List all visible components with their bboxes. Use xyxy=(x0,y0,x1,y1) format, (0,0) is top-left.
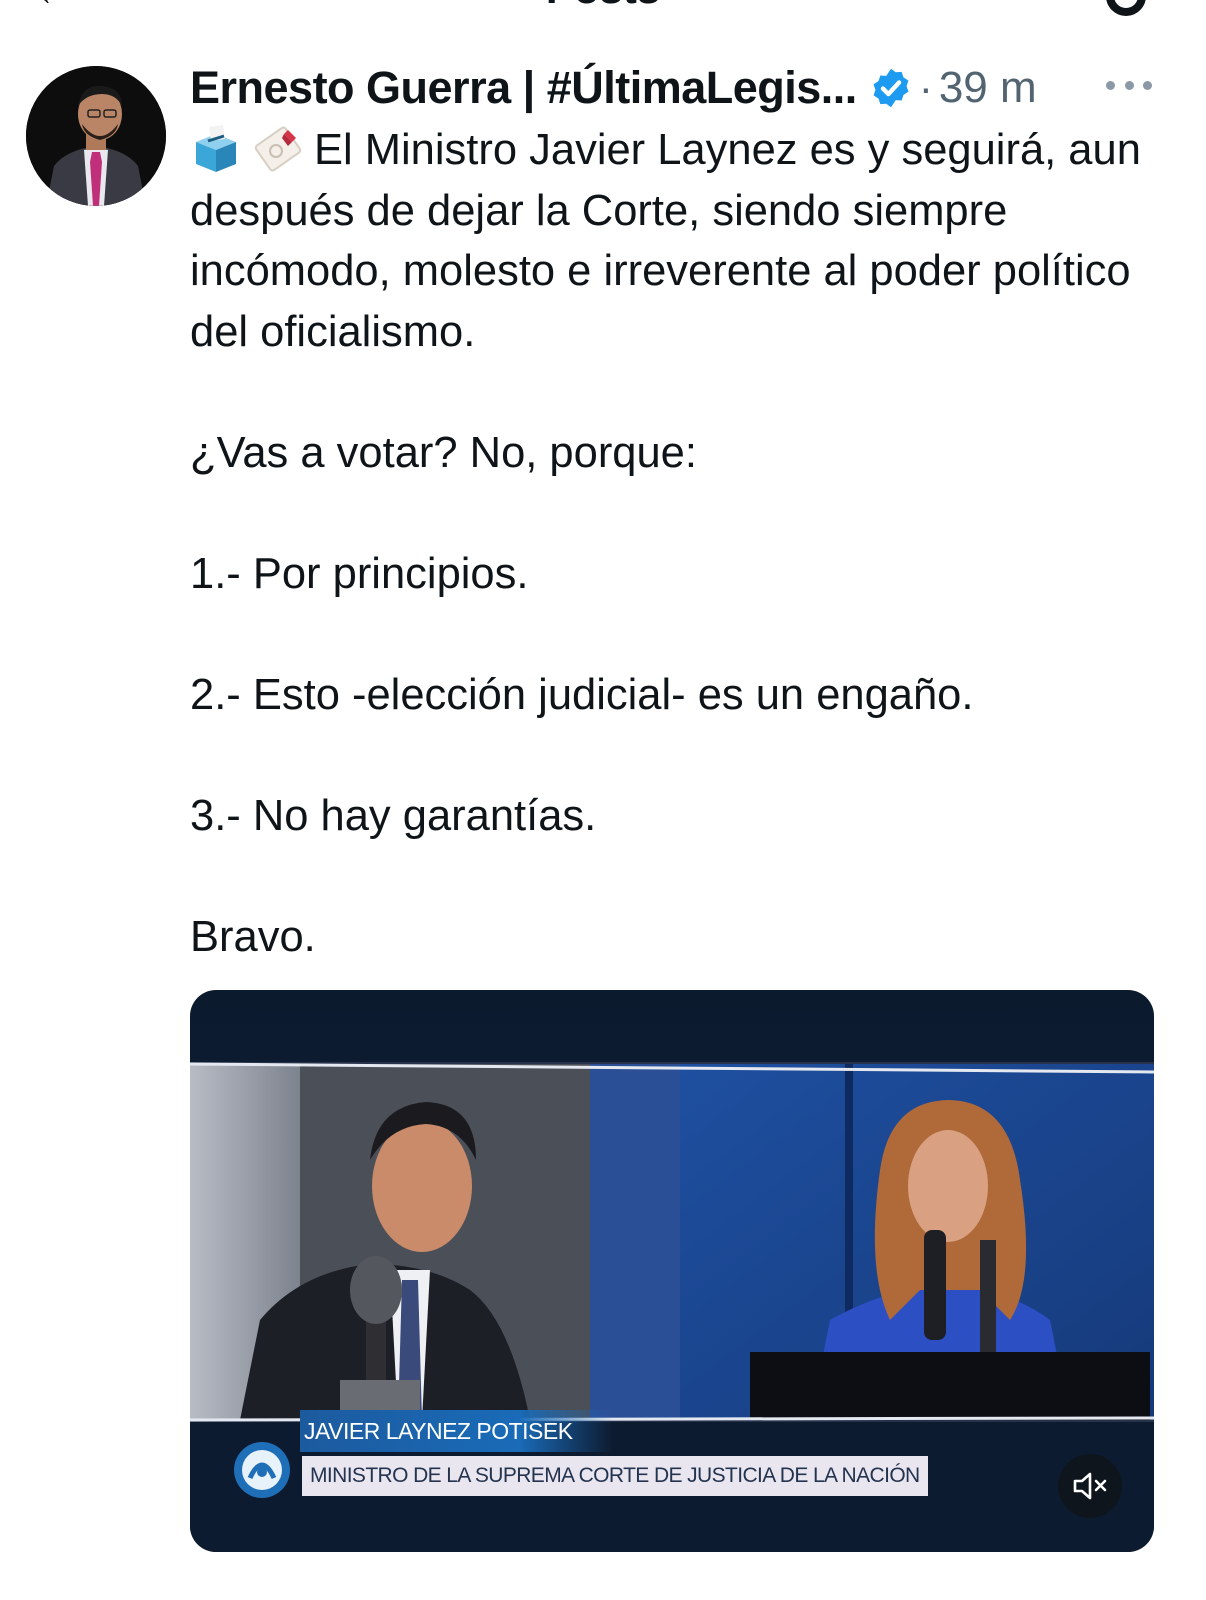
top-bar: ← Posts xyxy=(0,0,1206,20)
timestamp[interactable]: 39 m xyxy=(939,63,1037,113)
video-caption-name: JAVIER LAYNEZ POTISEK xyxy=(300,1410,613,1452)
separator-dot: · xyxy=(918,64,933,111)
post-list-item-1: 1.- Por principios. xyxy=(190,549,529,598)
post-list-item-3: 3.- No hay garantías. xyxy=(190,791,597,840)
verified-badge-icon xyxy=(873,68,909,108)
post-question: ¿Vas a votar? No, porque: xyxy=(190,428,697,477)
post-header: Ernesto Guerra | #ÚltimaLegis... · 39 m xyxy=(190,62,1037,114)
ballot-card-icon xyxy=(254,126,302,172)
post-intro-text: El Ministro Javier Laynez es y seguirá, … xyxy=(190,126,1141,356)
video-caption-title: MINISTRO DE LA SUPREMA CORTE DE JUSTICIA… xyxy=(302,1456,928,1496)
post-closing: Bravo. xyxy=(190,912,316,961)
display-name[interactable]: Ernesto Guerra | #ÚltimaLegis... xyxy=(190,62,857,114)
post-detail-screen: ← Posts Ernesto Guerra | #ÚltimaLegis... xyxy=(0,0,1206,1600)
post-list-item-2: 2.- Esto -elección judicial- es un engañ… xyxy=(190,670,974,719)
ballot-box-icon xyxy=(196,125,236,172)
settings-icon[interactable] xyxy=(1106,0,1146,16)
post-paragraph-1: El Ministro Javier Laynez es y seguirá, … xyxy=(190,120,1150,362)
channel-logo-icon xyxy=(234,1442,290,1498)
mute-button[interactable] xyxy=(1058,1454,1122,1518)
volume-muted-icon xyxy=(1073,1472,1107,1500)
post-text: El Ministro Javier Laynez es y seguirá, … xyxy=(190,120,1150,967)
avatar[interactable] xyxy=(26,66,166,206)
more-options-icon[interactable] xyxy=(1106,70,1152,100)
page-title: Posts xyxy=(0,0,1206,10)
